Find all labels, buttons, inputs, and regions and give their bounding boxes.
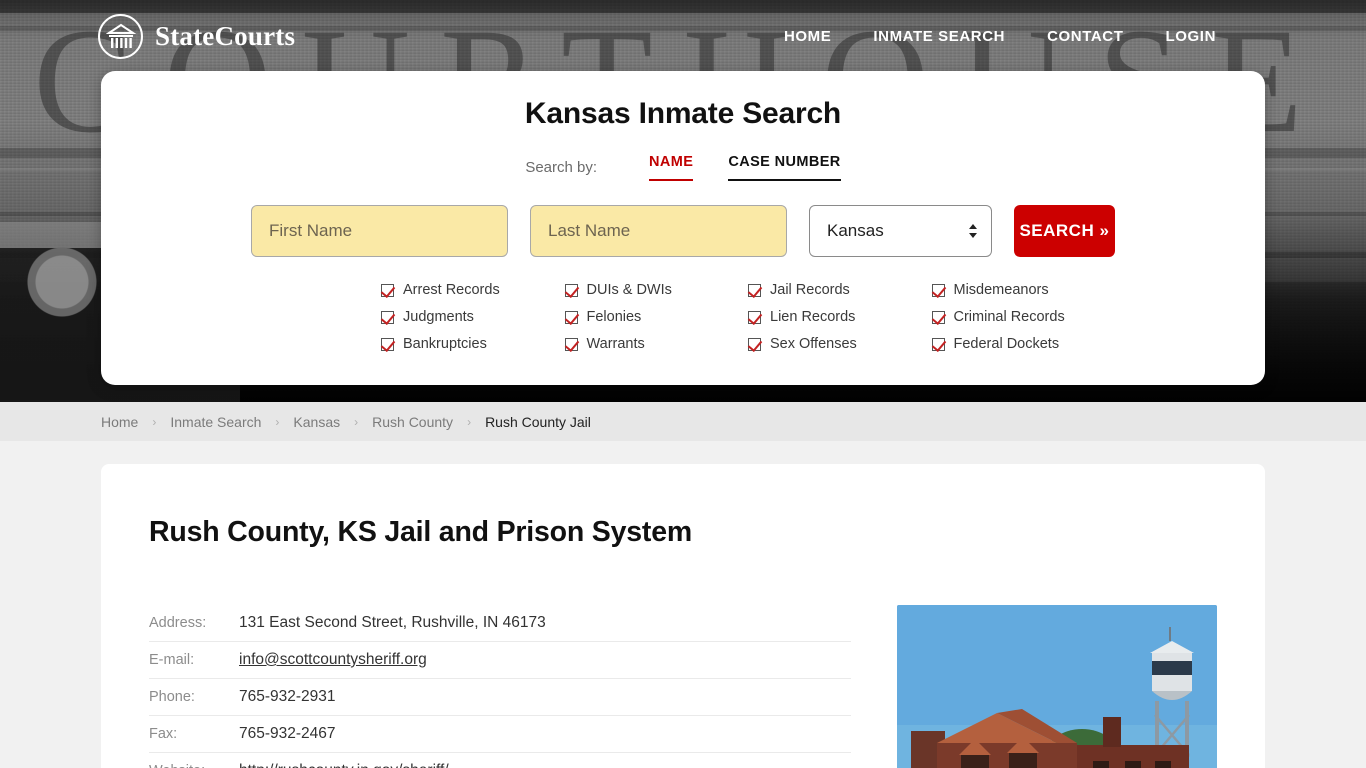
courthouse-photo (897, 605, 1217, 768)
chevron-right-icon: › (275, 414, 280, 429)
table-row: Address: 131 East Second Street, Rushvil… (149, 605, 851, 642)
nav-item-home[interactable]: HOME (784, 28, 831, 45)
checkbox-checked-icon (564, 310, 578, 324)
page-body: Rush County, KS Jail and Prison System A… (0, 441, 1366, 768)
checklist-label: Federal Dockets (953, 336, 1060, 352)
breadcrumb-item-inmate-search[interactable]: Inmate Search (170, 414, 261, 430)
breadcrumb: Home › Inmate Search › Kansas › Rush Cou… (0, 402, 1366, 441)
facility-details: Address: 131 East Second Street, Rushvil… (149, 605, 1217, 768)
table-row: E-mail: info@scottcountysheriff.org (149, 642, 851, 679)
tab-name[interactable]: NAME (649, 154, 694, 181)
checkbox-checked-icon (931, 310, 945, 324)
checkbox-checked-icon (748, 337, 761, 351)
checklist-item[interactable]: Bankruptcies (381, 333, 565, 355)
record-type-checklist: Arrest Records DUIs & DWIs Jail Records … (236, 279, 1115, 355)
stepper-arrows-icon (968, 223, 978, 239)
inmate-search-panel: Kansas Inmate Search Search by: NAME CAS… (101, 71, 1265, 385)
checklist-item[interactable]: Warrants (564, 333, 749, 355)
website-link[interactable]: http://rushcounty.in.gov/sheriff/ (239, 762, 449, 768)
last-name-input[interactable] (530, 205, 787, 257)
checklist-item[interactable]: Misdemeanors (931, 279, 1116, 301)
checkbox-checked-icon (931, 337, 945, 351)
checklist-item[interactable]: Felonies (564, 306, 749, 328)
search-form: Kansas SEARCH » (101, 205, 1265, 257)
email-link[interactable]: info@scottcountysheriff.org (239, 651, 427, 668)
row-label: Website: (149, 763, 239, 768)
checklist-label: Warrants (586, 336, 645, 352)
checklist-item[interactable]: Sex Offenses (748, 333, 932, 355)
state-select-value: Kansas (827, 221, 884, 240)
nav-item-inmate-search[interactable]: INMATE SEARCH (873, 28, 1005, 45)
checklist-label: Bankruptcies (403, 336, 487, 352)
hero-header: COURTHOUSE StateCourts HOME IN (0, 0, 1366, 402)
brand-logo[interactable]: StateCourts (98, 13, 296, 59)
first-name-input[interactable] (251, 205, 508, 257)
checklist-item[interactable]: Jail Records (748, 279, 932, 301)
checklist-label: Misdemeanors (953, 282, 1049, 298)
chevron-right-icon: › (467, 414, 472, 429)
nav-item-contact[interactable]: CONTACT (1047, 28, 1123, 45)
row-label: Address: (149, 615, 207, 631)
state-select[interactable]: Kansas (809, 205, 992, 257)
checkbox-checked-icon (748, 310, 761, 324)
checklist-item[interactable]: Criminal Records (931, 306, 1116, 328)
chevron-right-icon: › (354, 414, 359, 429)
row-value: 131 East Second Street, Rushville, IN 46… (239, 614, 546, 631)
breadcrumb-item-rush-county[interactable]: Rush County (372, 414, 453, 430)
courthouse-logo-icon (98, 13, 143, 59)
checklist-item[interactable]: Judgments (381, 306, 565, 328)
checklist-item[interactable]: Lien Records (748, 306, 932, 328)
checkbox-checked-icon (564, 283, 578, 297)
checklist-item[interactable]: Federal Dockets (931, 333, 1116, 355)
checkbox-checked-icon (381, 310, 394, 324)
table-row: Phone: 765-932-2931 (149, 679, 851, 716)
row-label: Fax: (149, 726, 178, 742)
checklist-item[interactable]: DUIs & DWIs (564, 279, 749, 301)
search-by-tabs: Search by: NAME CASE NUMBER (101, 154, 1265, 181)
checkbox-checked-icon (381, 337, 394, 351)
checklist-label: Lien Records (770, 309, 856, 325)
facility-info-table: Address: 131 East Second Street, Rushvil… (149, 605, 851, 768)
row-value: 765-932-2467 (239, 725, 336, 742)
breadcrumb-item-kansas[interactable]: Kansas (293, 414, 340, 430)
nav-item-login[interactable]: LOGIN (1166, 28, 1217, 45)
breadcrumb-item-home[interactable]: Home (101, 414, 138, 430)
checklist-label: Arrest Records (403, 282, 500, 298)
checklist-label: Jail Records (770, 282, 850, 298)
row-value: 765-932-2931 (239, 688, 336, 705)
row-label: Phone: (149, 689, 195, 705)
checkbox-checked-icon (564, 337, 578, 351)
checkbox-checked-icon (381, 283, 394, 297)
checklist-label: DUIs & DWIs (586, 282, 672, 298)
checklist-item[interactable]: Arrest Records (381, 279, 565, 301)
checkbox-checked-icon (931, 283, 945, 297)
table-row: Website: http://rushcounty.in.gov/sherif… (149, 753, 851, 768)
checklist-label: Judgments (403, 309, 474, 325)
chevron-right-icon: › (152, 414, 157, 429)
search-by-label: Search by: (525, 159, 598, 176)
row-value: http://rushcounty.in.gov/sheriff/ (239, 762, 449, 768)
search-button[interactable]: SEARCH » (1013, 205, 1115, 257)
facility-content-card: Rush County, KS Jail and Prison System A… (101, 464, 1265, 768)
checklist-label: Felonies (586, 309, 642, 325)
page-title: Rush County, KS Jail and Prison System (149, 516, 692, 548)
checklist-label: Sex Offenses (770, 336, 857, 352)
main-nav: HOME INMATE SEARCH CONTACT LOGIN (784, 28, 1216, 45)
row-value: info@scottcountysheriff.org (239, 651, 427, 669)
top-navigation-bar: StateCourts HOME INMATE SEARCH CONTACT L… (0, 0, 1366, 72)
tab-case-number[interactable]: CASE NUMBER (728, 154, 841, 181)
breadcrumb-item-current: Rush County Jail (485, 413, 591, 430)
search-panel-title: Kansas Inmate Search (524, 97, 842, 130)
checkbox-checked-icon (748, 283, 761, 297)
table-row: Fax: 765-932-2467 (149, 716, 851, 753)
row-label: E-mail: (149, 652, 195, 668)
checklist-label: Criminal Records (953, 309, 1065, 325)
brand-name: StateCourts (155, 20, 296, 51)
